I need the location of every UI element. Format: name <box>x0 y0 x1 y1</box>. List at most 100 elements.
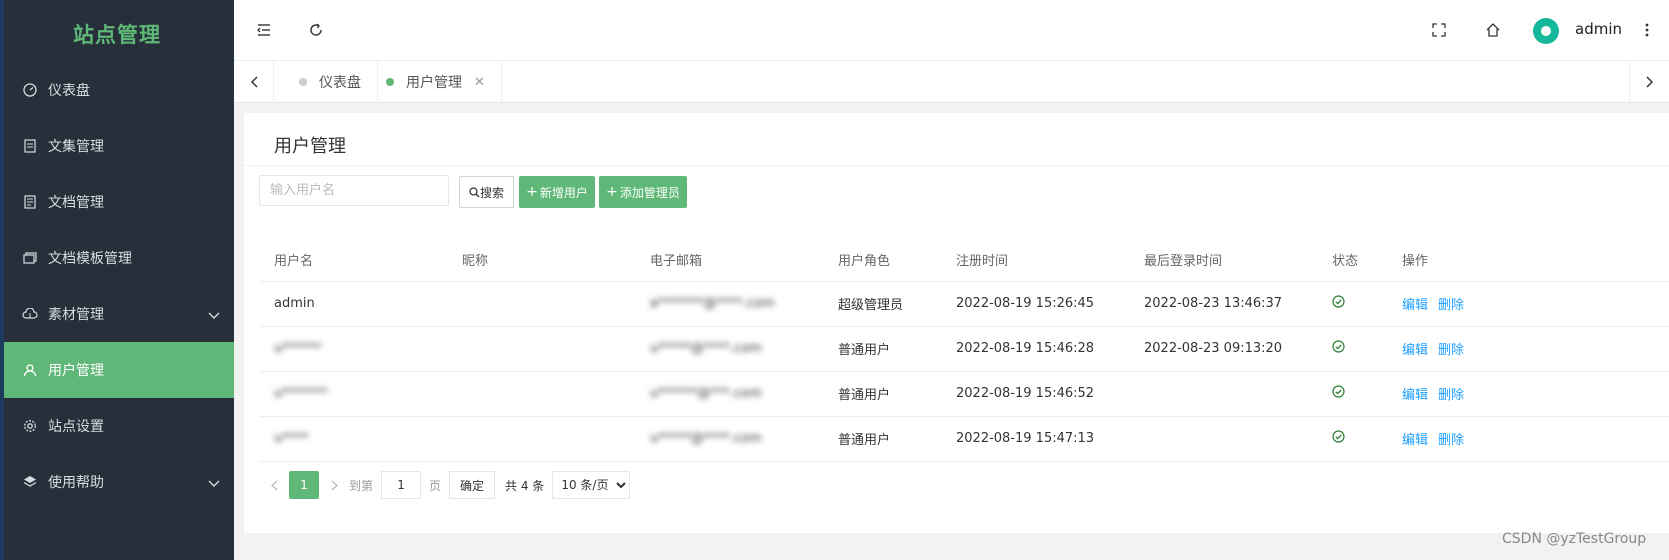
more-vertical-icon <box>1645 23 1649 37</box>
table-row: u****** u*****@****.com 普通用户 2022-08-19 … <box>259 326 1669 372</box>
column-header[interactable]: 昵称 <box>447 238 635 282</box>
sidebar-item-collections[interactable]: 文集管理 <box>4 118 234 174</box>
actions-cell: 编辑 删除 <box>1387 416 1669 462</box>
sidebar-item-label: 文集管理 <box>48 139 104 155</box>
column-header[interactable]: 电子邮箱 <box>635 238 823 282</box>
search-icon <box>469 186 480 197</box>
dashboard-icon <box>22 82 38 98</box>
sidebar-item-materials[interactable]: 素材管理 <box>4 286 234 342</box>
divider <box>244 165 1669 166</box>
username-cell: admin <box>259 281 447 327</box>
column-header[interactable]: 用户名 <box>259 238 447 282</box>
sidebar-item-dashboard[interactable]: 仪表盘 <box>4 62 234 118</box>
edit-link[interactable]: 编辑 <box>1402 343 1428 358</box>
goto-confirm-button[interactable]: 确定 <box>449 471 496 499</box>
last-login-cell <box>1129 371 1317 417</box>
sidebar-item-help[interactable]: 使用帮助 <box>4 454 234 510</box>
username-cell: u**** <box>259 416 447 462</box>
last-login-cell <box>1129 416 1317 462</box>
pagination: 1 到第 页 确定 共 4 条 10 条/页 <box>259 471 631 499</box>
column-header[interactable]: 操作 <box>1387 238 1669 282</box>
home-button[interactable] <box>1481 18 1505 42</box>
sidebar-item-documents[interactable]: 文档管理 <box>4 174 234 230</box>
status-cell <box>1317 326 1387 372</box>
page-unit-label: 页 <box>429 478 442 493</box>
tab-status-dot <box>386 78 394 86</box>
email-cell: u*****@****.com <box>635 326 823 372</box>
chevron-down-icon <box>208 308 220 324</box>
refresh-button[interactable] <box>304 18 328 42</box>
add-user-button[interactable]: + 新增用户 <box>519 176 595 208</box>
tab-label: 用户管理 <box>406 75 462 91</box>
prev-page-button[interactable] <box>259 471 289 499</box>
more-menu-button[interactable] <box>1635 18 1659 42</box>
sidebar-item-settings[interactable]: 站点设置 <box>4 398 234 454</box>
fullscreen-button[interactable] <box>1427 18 1451 42</box>
sidebar-item-label: 用户管理 <box>48 363 104 379</box>
edit-link[interactable]: 编辑 <box>1402 388 1428 403</box>
sidebar: 站点管理 仪表盘 文集管理 文档管理 文档模板管理 素材管理 用户管理 站点设置… <box>0 0 234 560</box>
edit-link[interactable]: 编辑 <box>1402 298 1428 313</box>
plus-icon: + <box>606 184 618 200</box>
template-icon <box>22 250 38 266</box>
actions-cell: 编辑 删除 <box>1387 326 1669 372</box>
check-circle-icon <box>1332 340 1345 353</box>
plus-icon: + <box>526 184 538 200</box>
tab-scroll-right-button[interactable] <box>1629 61 1669 103</box>
watermark: CSDN @yzTestGroup <box>1502 531 1647 547</box>
chevron-left-icon <box>270 480 277 490</box>
column-header[interactable]: 注册时间 <box>941 238 1129 282</box>
chevron-right-icon <box>1645 76 1653 88</box>
page-number-current[interactable]: 1 <box>289 471 319 499</box>
username-cell: u******* <box>259 371 447 417</box>
add-admin-button[interactable]: + 添加管理员 <box>599 176 687 208</box>
nickname-cell <box>447 371 635 417</box>
search-button[interactable]: 搜索 <box>459 176 514 208</box>
tab-dashboard[interactable]: 仪表盘 <box>274 61 378 103</box>
sidebar-item-users[interactable]: 用户管理 <box>4 342 234 398</box>
registered-cell: 2022-08-19 15:46:28 <box>941 326 1129 372</box>
delete-link[interactable]: 删除 <box>1438 388 1464 403</box>
delete-link[interactable]: 删除 <box>1438 298 1464 313</box>
tab-scroll-left-button[interactable] <box>234 61 274 103</box>
nickname-cell <box>447 281 635 327</box>
actions-cell: 编辑 删除 <box>1387 281 1669 327</box>
collapse-menu-button[interactable] <box>252 18 276 42</box>
column-header[interactable]: 最后登录时间 <box>1129 238 1317 282</box>
sidebar-item-label: 文档管理 <box>48 195 104 211</box>
registered-cell: 2022-08-19 15:47:13 <box>941 416 1129 462</box>
collection-icon <box>22 138 38 154</box>
delete-link[interactable]: 删除 <box>1438 343 1464 358</box>
table-row: u**** u*****@****.com 普通用户 2022-08-19 15… <box>259 416 1669 462</box>
delete-link[interactable]: 删除 <box>1438 433 1464 448</box>
gear-icon <box>22 418 38 434</box>
column-header[interactable]: 状态 <box>1317 238 1387 282</box>
search-button-label: 搜索 <box>479 185 504 200</box>
search-input[interactable] <box>259 175 449 206</box>
role-cell: 超级管理员 <box>823 281 941 327</box>
goto-page-input[interactable] <box>381 471 422 499</box>
document-icon <box>22 194 38 210</box>
registered-cell: 2022-08-19 15:26:45 <box>941 281 1129 327</box>
username-label[interactable]: admin <box>1575 20 1622 38</box>
column-header[interactable]: 用户角色 <box>823 238 941 282</box>
email-cell: u*****@****.com <box>635 416 823 462</box>
sidebar-item-templates[interactable]: 文档模板管理 <box>4 230 234 286</box>
check-circle-icon <box>1332 385 1345 398</box>
page-size-select[interactable]: 10 条/页 <box>552 471 631 499</box>
close-icon[interactable]: ✕ <box>474 75 485 90</box>
email-cell: u******@***.com <box>635 371 823 417</box>
next-page-button[interactable] <box>319 471 349 499</box>
sidebar-menu: 仪表盘 文集管理 文档管理 文档模板管理 素材管理 用户管理 站点设置 使用帮助 <box>4 62 234 510</box>
total-count: 共 4 条 <box>505 478 545 493</box>
tab-status-dot <box>299 78 307 86</box>
table-row: u******* u******@***.com 普通用户 2022-08-19… <box>259 371 1669 417</box>
sidebar-item-label: 站点设置 <box>48 419 104 435</box>
home-icon <box>1486 23 1500 37</box>
page-title: 用户管理 <box>274 136 346 157</box>
edit-link[interactable]: 编辑 <box>1402 433 1428 448</box>
nickname-cell <box>447 326 635 372</box>
add-admin-label: 添加管理员 <box>619 185 680 200</box>
tab-user-management[interactable]: 用户管理 ✕ <box>370 61 502 103</box>
avatar[interactable] <box>1533 18 1559 44</box>
